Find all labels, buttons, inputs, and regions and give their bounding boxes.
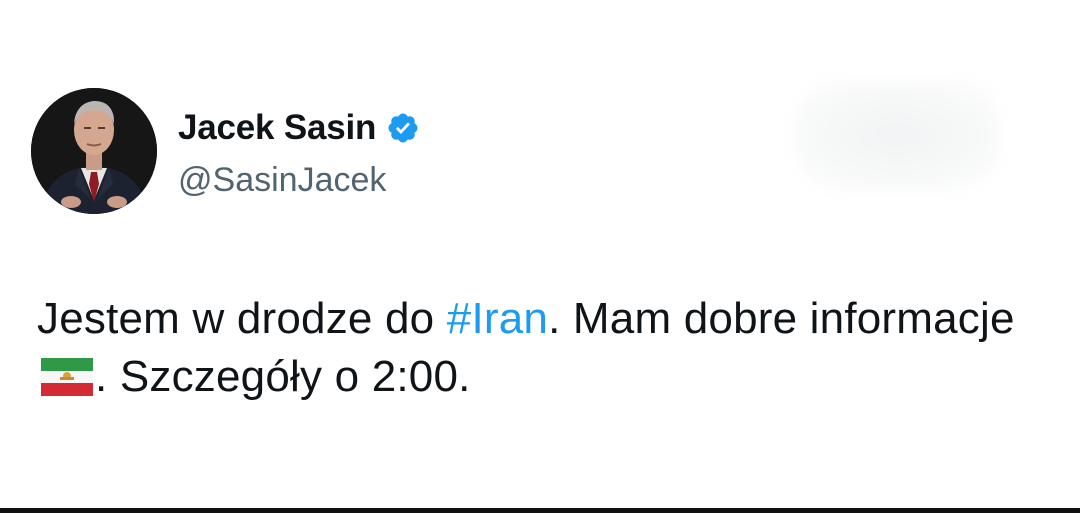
author-display-name[interactable]: Jacek Sasin xyxy=(178,106,376,150)
tweet-text-part3: . Szczegóły o 2:00. xyxy=(95,352,471,401)
blurred-region xyxy=(795,80,1000,190)
iran-pre-revolution-flag-icon xyxy=(41,353,93,396)
bottom-border xyxy=(0,508,1080,513)
avatar[interactable] xyxy=(31,88,157,214)
avatar-photo xyxy=(31,88,157,214)
tweet-text-part1: Jestem w drodze do xyxy=(37,294,447,343)
tweet-text-part2: . Mam dobre informacje xyxy=(548,294,1015,343)
author-handle[interactable]: @SasinJacek xyxy=(178,158,386,202)
author-name-row[interactable]: Jacek Sasin xyxy=(178,106,420,150)
tweet-text: Jestem w drodze do #Iran. Mam dobre info… xyxy=(37,290,1047,406)
hashtag-link[interactable]: #Iran xyxy=(447,294,548,343)
tweet-card: Jacek Sasin @SasinJacek Jestem w drodze … xyxy=(0,0,1080,508)
verified-badge-icon xyxy=(386,111,420,145)
